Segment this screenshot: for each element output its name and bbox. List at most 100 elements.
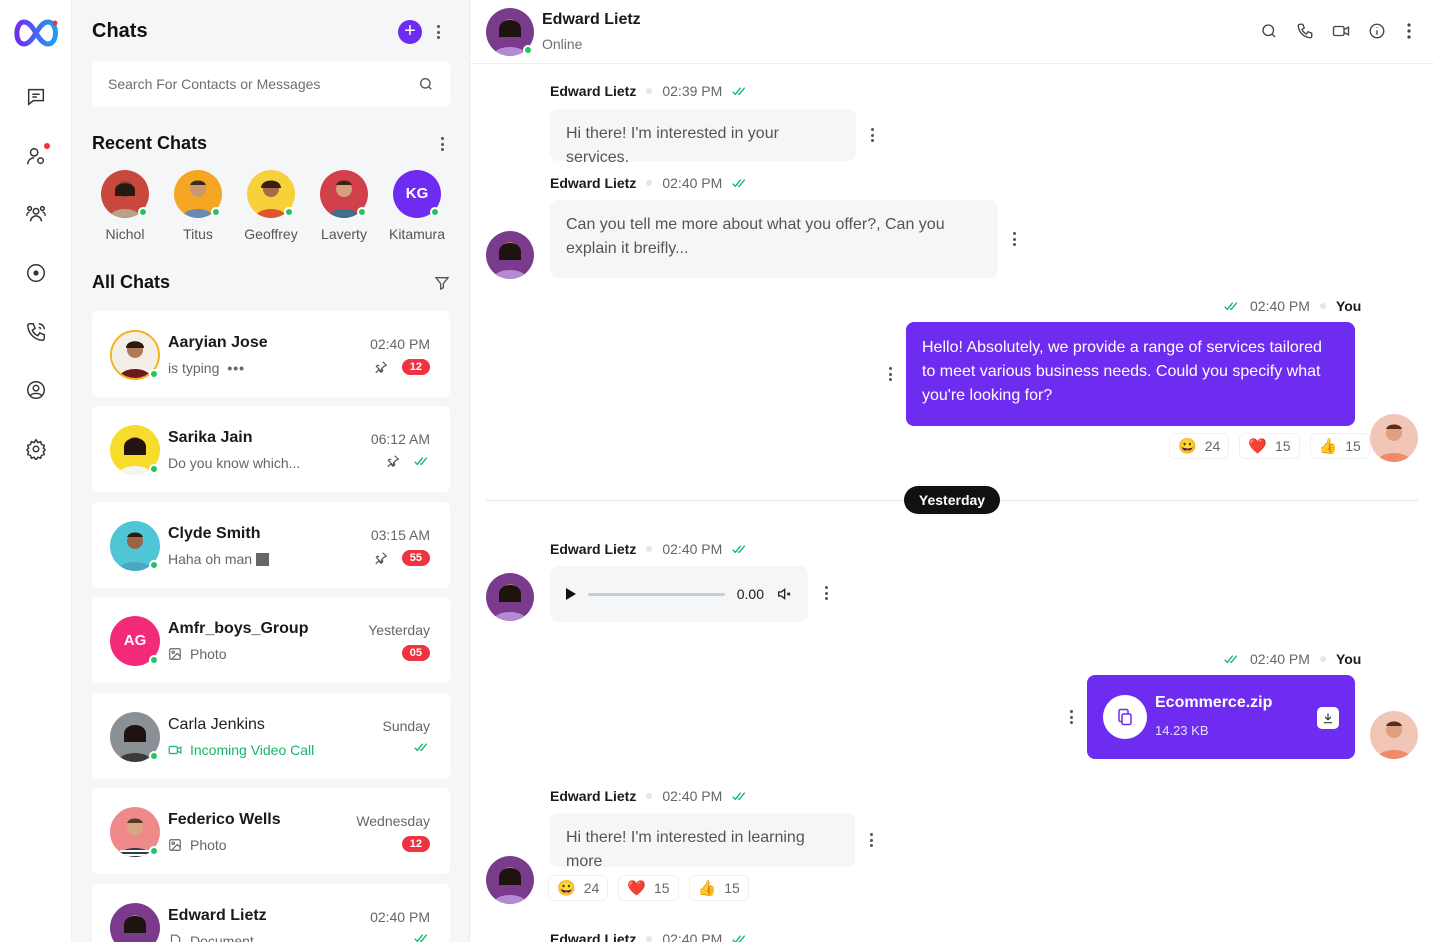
avatar [110, 712, 160, 762]
mute-icon[interactable] [776, 586, 792, 602]
avatar[interactable] [486, 8, 534, 56]
recent-chats-title: Recent Chats [92, 133, 208, 153]
chat-message: Haha oh man [168, 551, 253, 567]
reactions: 😀 24 ❤️ 15 👍 15 [548, 875, 749, 901]
recent-item-laverty[interactable]: Laverty [311, 170, 377, 246]
message-time: 02:40 PM [662, 541, 723, 557]
recent-item-geoffrey[interactable]: Geoffrey [238, 170, 304, 246]
message-more-icon[interactable] [885, 365, 895, 383]
chat-item[interactable]: Federico Wells Photo Wednesday 12 [92, 788, 450, 874]
new-chat-button[interactable]: + [398, 20, 422, 44]
audio-time: 0.00 [736, 586, 764, 602]
reaction-chip[interactable]: 👍 15 [1309, 433, 1370, 459]
chat-name: Clyde Smith [168, 525, 261, 542]
chat-name: Carla Jenkins [168, 716, 265, 733]
recent-item-kitamura[interactable]: KG Kitamura [384, 170, 450, 246]
recent-item-nichol[interactable]: Nichol [92, 170, 158, 246]
message-sender: Edward Lietz [550, 83, 637, 99]
group-icon[interactable] [22, 200, 50, 228]
chat-item[interactable]: Aaryian Jose is typing ••• 02:40 PM 12 [92, 311, 450, 397]
notification-dot [44, 143, 50, 149]
more-icon[interactable] [1404, 22, 1414, 40]
filter-icon[interactable] [434, 275, 450, 291]
message-time: 02:40 PM [662, 788, 723, 804]
sidebar-more-icon[interactable] [433, 23, 443, 41]
chat-time: 06:12 AM [370, 431, 430, 447]
online-indicator [149, 369, 159, 379]
online-indicator [149, 751, 159, 761]
avatar [110, 425, 160, 475]
recent-item-titus[interactable]: Titus [165, 170, 231, 246]
message-more-icon[interactable] [821, 584, 831, 602]
chat-item[interactable]: Carla Jenkins Incoming Video Call Sunday [92, 693, 450, 779]
chat-time: Yesterday [368, 622, 430, 638]
chat-time: Sunday [382, 718, 430, 734]
chat-item[interactable]: Sarika Jain Do you know which... 06:12 A… [92, 406, 450, 492]
message-sender: Edward Lietz [550, 541, 637, 557]
message-meta: Edward Lietz 02:39 PM [550, 83, 748, 99]
reaction-count: 15 [724, 880, 740, 896]
chat-icon[interactable] [22, 83, 50, 111]
avatar [486, 856, 534, 904]
read-tick-icon [414, 457, 428, 466]
chat-preview: Photo [168, 837, 227, 853]
sidebar-title: Chats [92, 20, 148, 42]
reaction-chip[interactable]: 😀 24 [1169, 433, 1230, 459]
message-time: 02:40 PM [662, 931, 723, 942]
pin-icon[interactable] [374, 551, 388, 565]
read-tick-icon [1224, 655, 1238, 664]
reaction-chip[interactable]: 👍 15 [688, 875, 749, 901]
chat-preview: Document [168, 933, 254, 942]
contact-name[interactable]: Edward Lietz [542, 11, 641, 29]
search-bar [92, 61, 450, 107]
download-icon[interactable] [1317, 707, 1339, 729]
file-attachment[interactable]: Ecommerce.zip 14.23 KB [1087, 675, 1355, 759]
video-icon[interactable] [1332, 22, 1350, 40]
message-more-icon[interactable] [1066, 708, 1076, 726]
chat-name: Amfr_boys_Group [168, 620, 309, 637]
conversation-header: Edward Lietz Online [470, 0, 1434, 64]
calls-icon[interactable] [22, 318, 50, 346]
message-meta: 02:40 PM You [1224, 298, 1361, 314]
search-icon[interactable] [1260, 22, 1278, 40]
search-input[interactable] [108, 76, 418, 92]
audio-player: 0.00 [550, 566, 808, 622]
message-bubble[interactable]: Hello! Absolutely, we provide a range of… [906, 322, 1355, 426]
contacts-icon[interactable] [22, 142, 50, 170]
message-sender: Edward Lietz [550, 175, 637, 191]
chat-message: Incoming Video Call [190, 742, 315, 758]
chat-time: Wednesday [356, 813, 430, 829]
chat-item[interactable]: AG Amfr_boys_Group Photo Yesterday 05 [92, 597, 450, 683]
pin-icon[interactable] [374, 360, 388, 374]
message-more-icon[interactable] [1009, 230, 1019, 248]
day-divider: Yesterday [904, 486, 1000, 514]
app-logo-icon[interactable] [12, 18, 60, 48]
reaction-chip[interactable]: ❤️ 15 [618, 875, 679, 901]
phone-icon[interactable] [1296, 22, 1314, 40]
recent-more-icon[interactable] [437, 135, 447, 153]
message-bubble[interactable]: Hi there! I'm interested in your service… [550, 109, 856, 166]
message-meta: Edward Lietz 02:40 PM [550, 931, 748, 942]
settings-icon[interactable] [22, 435, 50, 463]
search-icon[interactable] [418, 76, 434, 92]
message-bubble[interactable]: Can you tell me more about what you offe… [550, 200, 998, 278]
reaction-emoji: ❤️ [627, 880, 646, 897]
chat-item[interactable]: Clyde Smith Haha oh man 03:15 AM 55 [92, 502, 450, 588]
read-tick-icon [732, 935, 746, 942]
pin-icon[interactable] [386, 454, 400, 468]
online-indicator [357, 207, 367, 217]
avatar [1370, 711, 1418, 759]
audio-progress[interactable] [588, 592, 725, 596]
reaction-chip[interactable]: 😀 24 [548, 875, 609, 901]
chat-item[interactable]: Edward Lietz Document 02:40 PM [92, 884, 450, 942]
play-icon[interactable] [566, 588, 576, 600]
message-bubble[interactable]: Hi there! I'm interested in learning mor… [550, 813, 855, 870]
message-more-icon[interactable] [866, 831, 876, 849]
recent-name: Nichol [105, 226, 145, 242]
info-icon[interactable] [1368, 22, 1386, 40]
message-more-icon[interactable] [867, 126, 877, 144]
reaction-chip[interactable]: ❤️ 15 [1239, 433, 1300, 459]
profile-icon[interactable] [22, 376, 50, 404]
reaction-emoji: ❤️ [1248, 438, 1267, 455]
status-icon[interactable] [22, 259, 50, 287]
